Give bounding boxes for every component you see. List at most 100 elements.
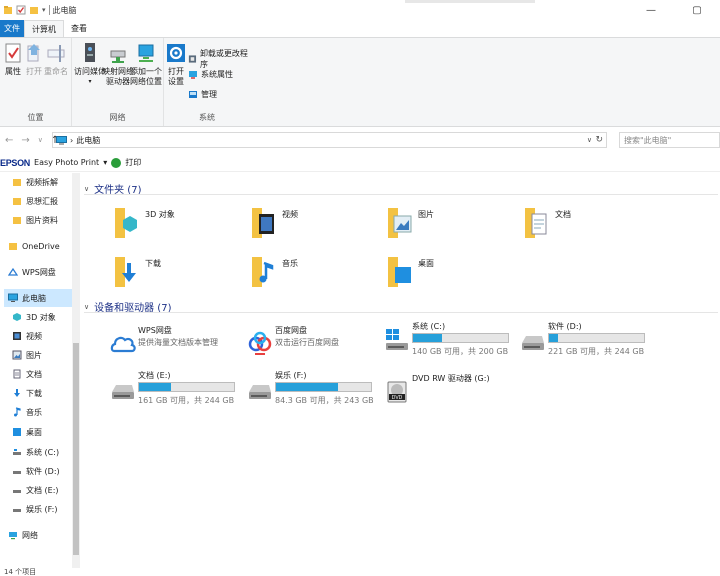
- picture-folder-icon: [388, 208, 412, 238]
- search-input[interactable]: 搜索"此电脑": [619, 132, 720, 148]
- device-drive-e[interactable]: 文档 (E:) 161 GB 可用，共 244 GB: [110, 370, 250, 412]
- sidebar-item-drive-e[interactable]: 文档 (E:): [12, 481, 59, 499]
- sidebar-item-documents[interactable]: 文档: [12, 365, 42, 383]
- breadcrumb-this-pc[interactable]: 此电脑: [76, 135, 100, 146]
- breadcrumb-separator: ›: [70, 135, 74, 145]
- drive-c-icon: [13, 449, 21, 455]
- sidebar-scrollbar-thumb[interactable]: [73, 343, 79, 555]
- refresh-icon[interactable]: ↻: [595, 135, 603, 145]
- folder-music[interactable]: 音乐: [252, 255, 372, 297]
- sidebar-item-downloads[interactable]: 下载: [12, 384, 42, 402]
- rename-button[interactable]: 重命名: [44, 42, 68, 77]
- windows-drive-icon: [386, 329, 408, 350]
- folder-icon: [13, 179, 21, 186]
- forward-arrow-icon[interactable]: →: [21, 135, 29, 146]
- uninstall-programs-button[interactable]: 卸载或更改程序: [188, 48, 250, 70]
- system-properties-button[interactable]: 系统属性: [188, 69, 233, 80]
- sidebar-item-3d-objects[interactable]: 3D 对象: [12, 308, 56, 326]
- ribbon-group-network: 访问媒体 ▾ 映射网络 驱动器 添加一个 网络位置 网络: [72, 38, 164, 126]
- device-baidu-netdisk[interactable]: 百度网盘 双击运行百度网盘: [247, 325, 387, 367]
- collapse-chevron-icon[interactable]: ∨: [84, 303, 89, 311]
- sidebar-item-drive-c[interactable]: 系统 (C:): [12, 443, 59, 461]
- music-folder-icon: [252, 257, 274, 287]
- sidebar-item-video-breakdown[interactable]: 视频拆解: [12, 173, 58, 191]
- status-bar: 14 个项目: [0, 568, 720, 576]
- manage-button[interactable]: 管理: [188, 89, 217, 100]
- drive-icon: [522, 336, 544, 350]
- device-dvd-drive[interactable]: DVD DVD RW 驱动器 (G:): [384, 373, 524, 415]
- quick-access-dropdown-icon[interactable]: ▾: [42, 6, 46, 14]
- group-label-network: 网络: [109, 113, 126, 122]
- picture-icon: [12, 350, 22, 360]
- map-network-drive-icon: [110, 50, 126, 63]
- pc-icon: [8, 293, 18, 302]
- epson-toolbar: EPSON Easy Photo Print ▾ 打印: [0, 154, 720, 172]
- add-network-location-button[interactable]: 添加一个 网络位置: [130, 42, 162, 87]
- download-icon: [14, 389, 20, 397]
- address-bar[interactable]: › 此电脑 ∨ ↻: [52, 132, 607, 148]
- print-icon: [111, 157, 122, 168]
- sidebar-item-picture-material[interactable]: 图片资料: [12, 211, 58, 229]
- drive-f-usage-bar: [275, 382, 372, 392]
- open-icon: [27, 44, 40, 62]
- sidebar-item-desktop[interactable]: 桌面: [12, 423, 42, 441]
- drive-c-usage-bar: [412, 333, 509, 343]
- video-folder-icon: [252, 208, 274, 238]
- sidebar-item-music[interactable]: 音乐: [12, 403, 42, 421]
- sidebar-item-onedrive[interactable]: OneDrive: [8, 237, 60, 255]
- pc-icon: [56, 135, 67, 144]
- sidebar-item-pictures[interactable]: 图片: [12, 346, 42, 364]
- device-drive-f[interactable]: 娱乐 (F:) 84.3 GB 可用，共 243 GB: [247, 370, 387, 412]
- address-dropdown-icon[interactable]: ∨: [587, 136, 592, 144]
- sidebar-item-videos[interactable]: 视频: [12, 327, 42, 345]
- folder-desktop[interactable]: 桌面: [388, 255, 508, 297]
- sidebar-scrollbar[interactable]: [72, 173, 80, 568]
- sidebar-item-this-pc[interactable]: 此电脑: [4, 289, 72, 307]
- sidebar-item-thought-report[interactable]: 思想汇报: [12, 192, 58, 210]
- folder-documents[interactable]: 文档: [525, 206, 645, 248]
- sidebar-item-drive-f[interactable]: 娱乐 (F:): [12, 500, 57, 518]
- manage-icon: [189, 90, 197, 98]
- settings-gear-icon: [167, 44, 185, 62]
- properties-button[interactable]: 属性: [3, 42, 23, 77]
- folder-downloads[interactable]: 下载: [115, 255, 235, 297]
- folder-videos[interactable]: 视频: [252, 206, 372, 248]
- drive-icon: [13, 471, 21, 474]
- baidu-netdisk-icon: [248, 331, 272, 355]
- easy-photo-print-button[interactable]: Easy Photo Print: [34, 158, 99, 167]
- back-arrow-icon[interactable]: ←: [5, 135, 13, 146]
- folders-section-header[interactable]: ∨ 文件夹 (7): [84, 181, 718, 196]
- device-drive-d[interactable]: 软件 (D:) 221 GB 可用，共 244 GB: [520, 321, 660, 363]
- collapse-chevron-icon[interactable]: ∨: [84, 185, 89, 193]
- sidebar-item-drive-d[interactable]: 软件 (D:): [12, 462, 60, 480]
- minimize-button[interactable]: —: [628, 0, 674, 20]
- wps-cloud-icon: [110, 336, 136, 353]
- music-icon: [14, 407, 21, 417]
- 3d-objects-icon: [13, 313, 21, 321]
- access-media-dropdown-icon: ▾: [88, 78, 92, 85]
- open-button[interactable]: 打开: [24, 42, 44, 77]
- maximize-button[interactable]: ▢: [674, 0, 720, 20]
- properties-check-icon[interactable]: [16, 5, 26, 15]
- devices-section-header[interactable]: ∨ 设备和驱动器 (7): [84, 299, 718, 314]
- drive-icon: [13, 490, 21, 493]
- print-button[interactable]: 打印: [125, 157, 141, 168]
- folder-pictures[interactable]: 图片: [388, 206, 508, 248]
- folder-3d-objects[interactable]: 3D 对象: [115, 206, 235, 248]
- tab-file[interactable]: 文件: [0, 20, 24, 37]
- folder-icon: [13, 217, 21, 224]
- device-wps-cloud[interactable]: WPS网盘 提供海量文档版本管理: [110, 325, 250, 367]
- open-settings-button[interactable]: 打开 设置: [166, 42, 186, 87]
- device-drive-c[interactable]: 系统 (C:) 140 GB 可用，共 200 GB: [384, 321, 524, 363]
- ribbon-group-system: 打开 设置 卸载或更改程序 系统属性 管理 系统: [164, 38, 250, 126]
- sidebar-item-network[interactable]: 网络: [8, 526, 38, 544]
- tab-computer[interactable]: 计算机: [24, 20, 64, 37]
- new-folder-icon[interactable]: [29, 5, 39, 15]
- sidebar-item-wps-cloud[interactable]: WPS网盘: [8, 263, 56, 281]
- drive-icon: [249, 385, 271, 399]
- drive-e-usage-bar: [138, 382, 235, 392]
- rename-icon: [47, 45, 65, 62]
- recent-dropdown-icon[interactable]: ∨: [38, 136, 43, 144]
- epson-dropdown-icon[interactable]: ▾: [103, 158, 107, 167]
- tab-view[interactable]: 查看: [64, 20, 94, 37]
